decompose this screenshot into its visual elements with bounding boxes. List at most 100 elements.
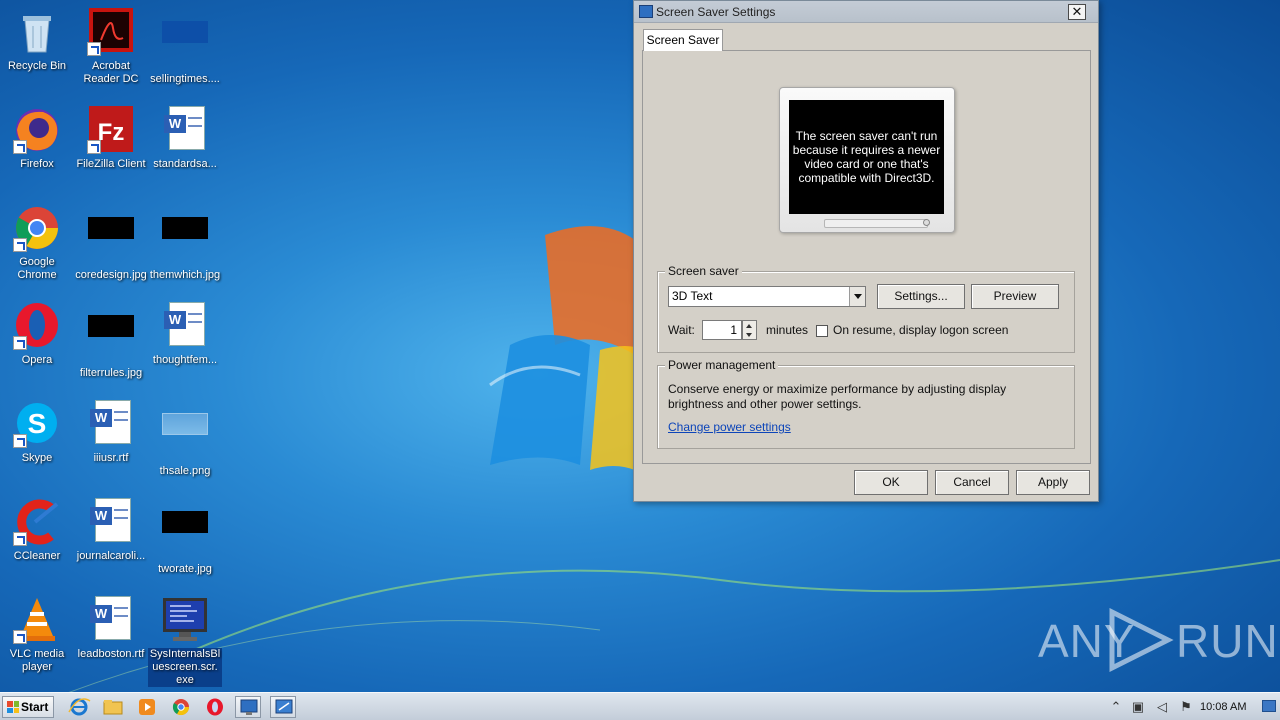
shortcut-arrow-icon (13, 336, 27, 350)
filezilla-icon: Fz (87, 106, 135, 154)
ok-button[interactable]: OK (854, 470, 928, 495)
desktop-icon-coredesign[interactable]: coredesign.jpg (74, 204, 148, 282)
wait-label: Wait: (668, 323, 695, 337)
desktop-icon-tworate[interactable]: tworate.jpg (148, 498, 222, 576)
resume-logon-checkbox[interactable] (816, 325, 828, 337)
shortcut-arrow-icon (13, 140, 27, 154)
dialog-titlebar[interactable]: Screen Saver Settings ✕ (634, 1, 1098, 23)
shortcut-arrow-icon (13, 434, 27, 448)
desktop-icon-opera[interactable]: Opera (0, 302, 74, 367)
wait-minutes-input[interactable]: 1 (702, 320, 742, 340)
word-document-icon: W (161, 106, 209, 154)
desktop-icon-journalcaroli[interactable]: W journalcaroli... (74, 498, 148, 563)
screen-saver-settings-icon[interactable] (235, 696, 261, 718)
show-desktop-button[interactable] (1262, 700, 1276, 712)
control-panel-icon[interactable] (270, 696, 296, 718)
acrobat-reader-icon (87, 8, 135, 56)
tab-screen-saver[interactable]: Screen Saver (643, 29, 723, 51)
start-label: Start (21, 700, 49, 714)
preview-monitor: The screen saver can't run because it re… (779, 87, 955, 233)
media-player-icon[interactable] (134, 696, 160, 718)
svg-text:S: S (28, 408, 47, 439)
resume-logon-label[interactable]: On resume, display logon screen (833, 323, 1008, 337)
desktop-icon-acrobat-reader[interactable]: Acrobat Reader DC (74, 8, 148, 86)
monitor-base (824, 219, 928, 228)
play-logo-icon (1109, 608, 1174, 672)
desktop-icon-chrome[interactable]: Google Chrome (0, 204, 74, 282)
skype-icon: S (13, 400, 61, 448)
desktop-icon-themwhich[interactable]: themwhich.jpg (148, 204, 222, 282)
screen-saver-select[interactable]: 3D Text (668, 286, 866, 307)
network-icon[interactable]: ▣ (1130, 699, 1146, 715)
opera-icon (13, 302, 61, 350)
desktop-icon-recycle-bin[interactable]: Recycle Bin (0, 8, 74, 73)
dialog-title: Screen Saver Settings (656, 5, 776, 19)
image-file-icon (87, 315, 135, 363)
image-file-icon (161, 511, 209, 559)
chevron-down-icon[interactable] (849, 287, 865, 306)
word-document-icon: W (87, 400, 135, 448)
desktop-icon-filezilla[interactable]: Fz FileZilla Client (74, 106, 148, 171)
start-button[interactable]: Start (2, 696, 54, 718)
clock[interactable]: 10:08 AM (1200, 701, 1246, 713)
change-power-settings-link[interactable]: Change power settings (668, 420, 791, 434)
preview-message: The screen saver can't run because it re… (789, 100, 944, 214)
shortcut-arrow-icon (13, 532, 27, 546)
windows-flag-icon (7, 701, 19, 713)
svg-text:Fz: Fz (98, 119, 125, 146)
chrome-icon (13, 204, 61, 252)
desktop-icon-filterrules[interactable]: filterrules.jpg (74, 302, 148, 380)
image-file-icon (161, 413, 209, 461)
power-description: Conserve energy or maximize performance … (668, 382, 1007, 411)
monitor-power-led (923, 219, 930, 226)
anyrun-watermark: ANY RUN (1038, 606, 1278, 676)
chrome-icon[interactable] (168, 696, 194, 718)
vlc-icon (13, 596, 61, 644)
screen-saver-group-label: Screen saver (665, 264, 742, 278)
image-file-icon (161, 217, 209, 265)
firefox-icon (13, 106, 61, 154)
shortcut-arrow-icon (87, 42, 101, 56)
opera-icon[interactable] (202, 696, 228, 718)
image-file-icon (87, 217, 135, 265)
settings-button[interactable]: Settings... (877, 284, 965, 309)
power-management-group-label: Power management (665, 358, 779, 372)
desktop-icon-standardsa[interactable]: W standardsa... (148, 106, 222, 171)
power-management-group: Power management Conserve energy or maxi… (657, 358, 1075, 449)
image-file-icon (161, 21, 209, 69)
desktop-icon-thoughtfem[interactable]: W thoughtfem... (148, 302, 222, 367)
taskbar: Start ⌃ ▣ ◁ ⚑ 10:08 AM (0, 692, 1280, 720)
desktop-icon-thsale[interactable]: thsale.png (148, 400, 222, 478)
internet-explorer-icon[interactable] (66, 696, 92, 718)
ccleaner-icon (13, 498, 61, 546)
word-document-icon: W (87, 498, 135, 546)
tab-panel: The screen saver can't run because it re… (642, 50, 1091, 464)
screensaver-exe-icon (161, 596, 209, 644)
close-button[interactable]: ✕ (1068, 4, 1086, 20)
desktop-icon-iiiusr[interactable]: W iiiusr.rtf (74, 400, 148, 465)
desktop-icon-sellingtimes[interactable]: sellingtimes.... (148, 8, 222, 86)
minutes-label: minutes (766, 323, 809, 337)
volume-icon[interactable]: ◁ (1154, 699, 1170, 715)
cancel-button[interactable]: Cancel (935, 470, 1009, 495)
desktop-icon-skype[interactable]: S Skype (0, 400, 74, 465)
apply-button[interactable]: Apply (1016, 470, 1090, 495)
file-explorer-icon[interactable] (100, 696, 126, 718)
wait-spinner[interactable] (742, 320, 757, 340)
desktop-icon-firefox[interactable]: Firefox (0, 106, 74, 171)
screen-saver-settings-icon (639, 5, 653, 18)
desktop-icon-sysinternals-bluescreen[interactable]: SysInternalsBl uescreen.scr. exe (148, 596, 222, 687)
desktop-icon-ccleaner[interactable]: CCleaner (0, 498, 74, 563)
recycle-bin-icon (13, 8, 61, 56)
show-hidden-icons-icon[interactable]: ⌃ (1108, 699, 1124, 715)
screen-saver-group: Screen saver 3D Text Settings... Preview… (657, 264, 1075, 353)
word-document-icon: W (87, 596, 135, 644)
shortcut-arrow-icon (87, 140, 101, 154)
word-document-icon: W (161, 302, 209, 350)
desktop-icon-leadboston[interactable]: W leadboston.rtf (74, 596, 148, 661)
preview-button[interactable]: Preview (971, 284, 1059, 309)
action-center-flag-icon[interactable]: ⚑ (1178, 699, 1194, 715)
desktop-icon-vlc[interactable]: VLC media player (0, 596, 74, 674)
shortcut-arrow-icon (13, 238, 27, 252)
screen-saver-selected-value: 3D Text (672, 289, 713, 303)
